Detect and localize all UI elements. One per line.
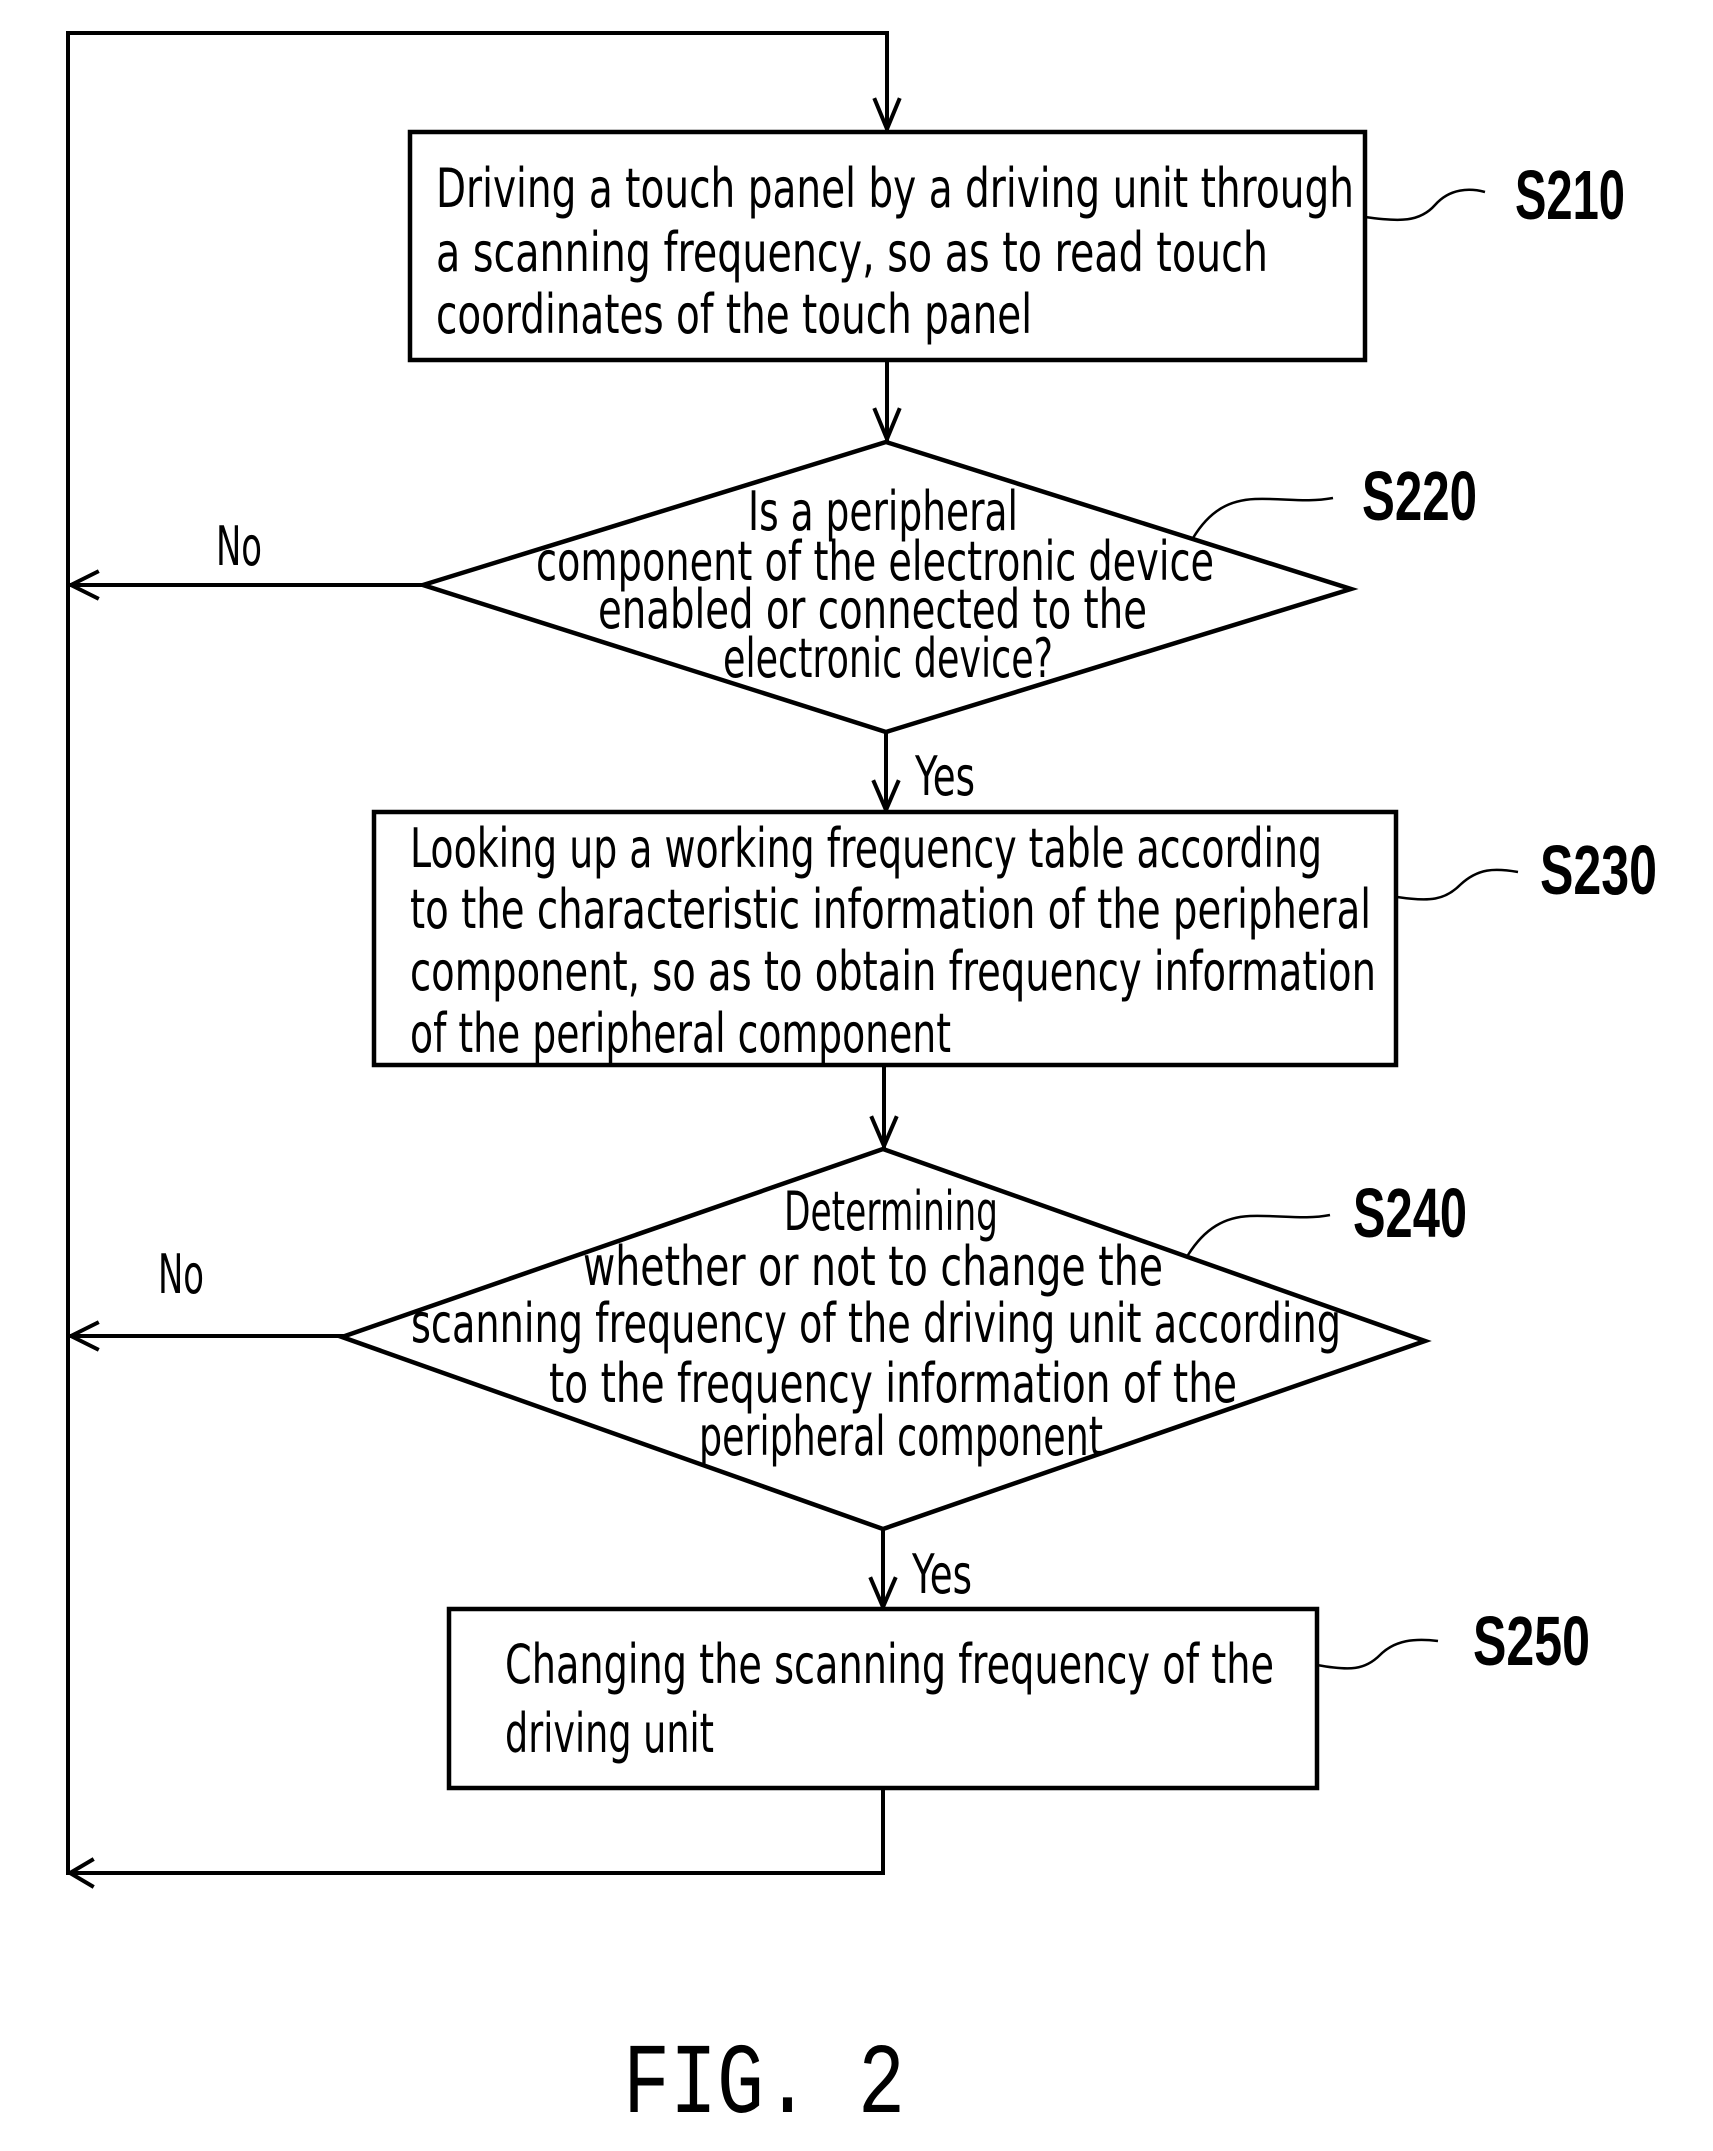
s210-step-label: S210 [1515, 156, 1625, 234]
s240-text-line-5: peripheral component [699, 1405, 1103, 1468]
s240-text-line-2: whether or not to change the [583, 1235, 1163, 1298]
s230-leader-line [1396, 868, 1519, 901]
figure-caption: FIG. 2 [623, 2030, 905, 2143]
s210-text-line-3: coordinates of the touch panel [436, 283, 1032, 346]
s220-text-line-4: electronic device? [723, 627, 1053, 690]
s230-text-line-3: component, so as to obtain frequency inf… [410, 940, 1376, 1003]
s220-no-label: No [216, 515, 262, 578]
s240-text-line-1: Determining [784, 1180, 998, 1243]
s240-step-label: S240 [1353, 1174, 1467, 1252]
s250-text-line-1: Changing the scanning frequency of the [505, 1633, 1274, 1696]
s250-step-label: S250 [1473, 1602, 1590, 1680]
s230-text-line-4: of the peripheral component [410, 1002, 951, 1065]
s230-step-label: S230 [1540, 831, 1657, 909]
s230-text-line-1: Looking up a working frequency table acc… [410, 817, 1322, 880]
s240-yes-label: Yes [911, 1543, 972, 1606]
s210-leader-line [1364, 188, 1486, 222]
s220-step-label: S220 [1362, 457, 1477, 535]
s240-no-label: No [158, 1243, 204, 1306]
s240-text-line-3: scanning frequency of the driving unit a… [411, 1292, 1341, 1355]
flowchart-svg: Driving a touch panel by a driving unit … [66, 31, 1657, 2143]
s220-leader-line [1191, 496, 1334, 539]
s240-leader-line [1186, 1213, 1331, 1256]
s230-text-line-2: to the characteristic information of the… [410, 878, 1371, 941]
s210-text-line-1: Driving a touch panel by a driving unit … [436, 157, 1354, 220]
s250-leader-line [1316, 1638, 1439, 1670]
s210-text-line-2: a scanning frequency, so as to read touc… [436, 221, 1268, 284]
flowchart-figure: Driving a touch panel by a driving unit … [0, 0, 1713, 2151]
s250-text-line-2: driving unit [505, 1702, 714, 1765]
s220-yes-label: Yes [914, 745, 975, 808]
